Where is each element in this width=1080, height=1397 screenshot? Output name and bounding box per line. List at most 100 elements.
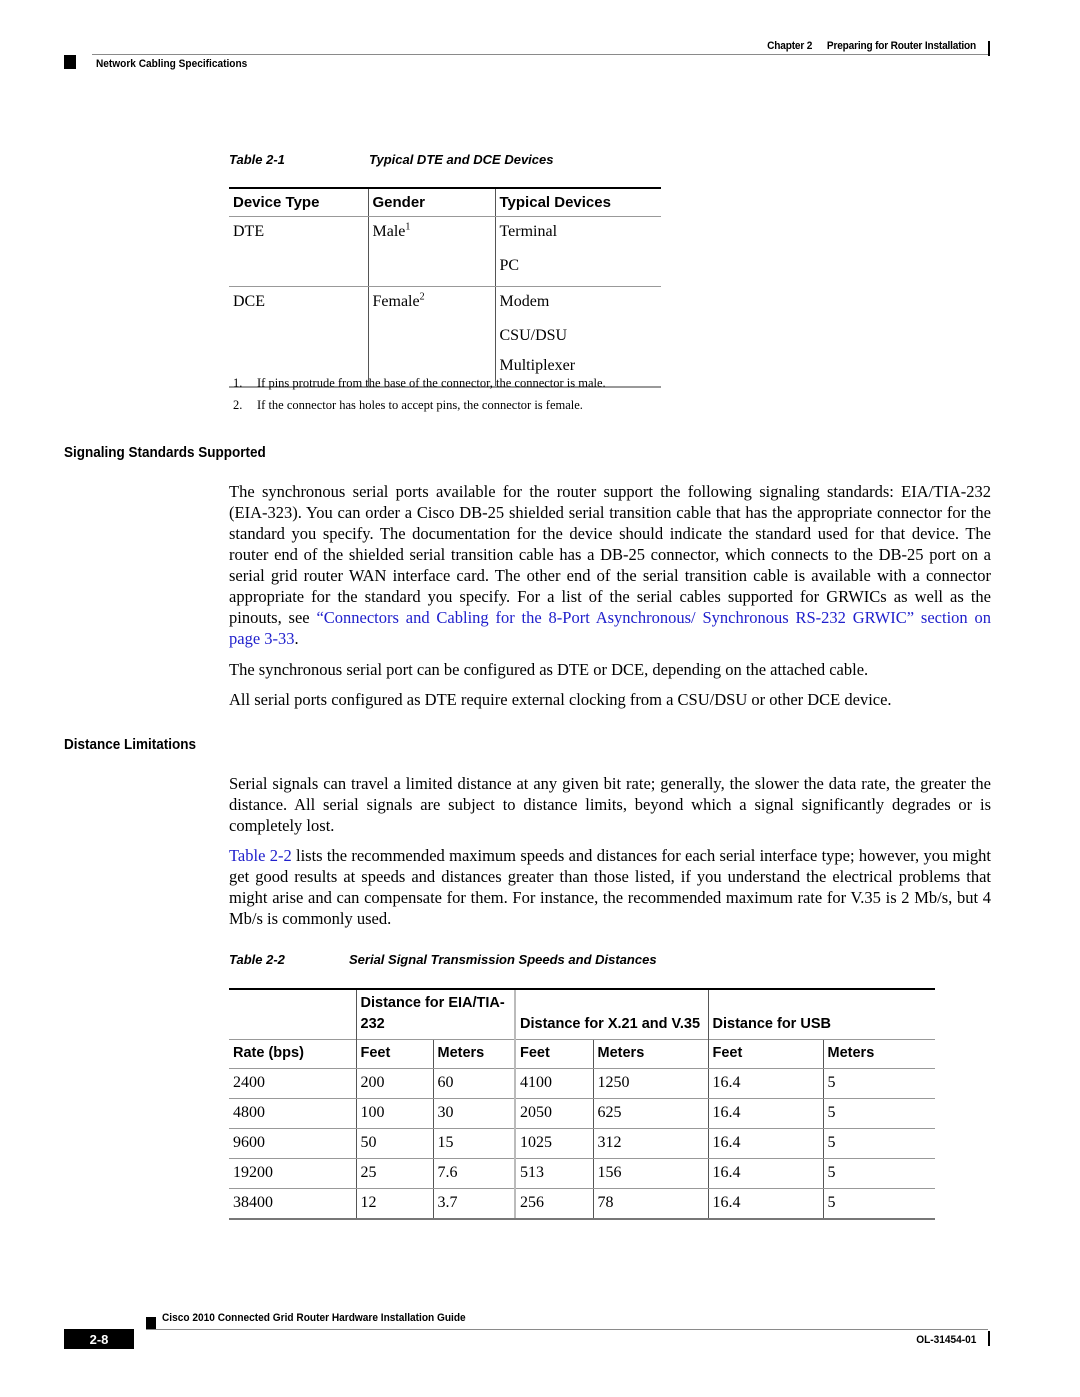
column-header-feet: Feet (514, 1039, 594, 1069)
rate-cell: 4800 (229, 1098, 356, 1129)
column-header-feet: Feet (355, 1039, 433, 1069)
device-item: Terminal (499, 223, 558, 240)
page-number: 2-8 (64, 1329, 134, 1349)
eia-meters-cell: 3.7 (432, 1188, 516, 1220)
footnote-ref[interactable]: 2 (420, 292, 425, 303)
distance-paragraph-1: Serial signals can travel a limited dist… (229, 774, 991, 835)
column-header: Typical Devices (494, 187, 661, 217)
table-row: 9600 50 15 1025 312 16.4 5 (229, 1128, 936, 1159)
table-2-2-link[interactable]: Table 2-2 (229, 846, 292, 865)
serial-speeds-distances-table: Distance for EIA/TIA-232 Distance for X.… (229, 988, 936, 1220)
table-row: 2400 200 60 4100 1250 16.4 5 (229, 1068, 936, 1099)
table1-title: Typical DTE and DCE Devices (369, 152, 554, 167)
rate-cell: 19200 (229, 1158, 356, 1189)
typical-devices-cell: Terminal PC (494, 216, 661, 287)
connectors-cabling-link[interactable]: “Connectors and Cabling for the 8-Port A… (229, 608, 991, 648)
device-item: PC (499, 257, 520, 274)
eia-feet-cell: 12 (355, 1188, 433, 1220)
chapter-title: Preparing for Router Installation (826, 40, 976, 52)
document-number: OL-31454-01 (915, 1334, 976, 1346)
column-header-feet: Feet (707, 1039, 824, 1069)
group-header-usb: Distance for USB (707, 988, 936, 1040)
footer-square-marker (146, 1317, 156, 1329)
table1-caption: Table 2-1 Typical DTE and DCE Devices (229, 152, 553, 167)
chapter-label: Chapter 2 (767, 40, 813, 52)
table2-number: Table 2-2 (229, 952, 285, 967)
device-item: CSU/DSU (499, 327, 568, 344)
device-type-cell: DTE (229, 216, 368, 287)
device-item: Modem (499, 293, 550, 310)
header-rule (92, 54, 988, 55)
running-header-section: Network Cabling Specifications (96, 58, 248, 70)
usb-meters-cell: 5 (822, 1098, 936, 1129)
paragraph-text: lists the recommended maximum speeds and… (229, 846, 991, 928)
running-header-chapter: Chapter 2 Preparing for Router Installati… (767, 40, 976, 52)
gender-cell: Male1 (367, 216, 495, 287)
table-group-header-row: Distance for EIA/TIA-232 Distance for X.… (229, 988, 936, 1040)
footnote-ref[interactable]: 1 (405, 222, 410, 233)
footnote-number: 1. (233, 376, 243, 390)
footnote-number: 2. (233, 398, 243, 412)
header-square-marker (64, 55, 76, 69)
x21-feet-cell: 513 (514, 1158, 594, 1189)
footnote-text: If the connector has holes to accept pin… (257, 398, 583, 412)
usb-feet-cell: 16.4 (707, 1068, 824, 1099)
table2-caption: Table 2-2 Serial Signal Transmission Spee… (229, 952, 657, 967)
eia-meters-cell: 15 (432, 1128, 516, 1159)
table2-title: Serial Signal Transmission Speeds and Di… (349, 952, 657, 967)
footnote: 1. If pins protrude from the base of the … (233, 372, 606, 394)
table-sub-header-row: Rate (bps) Feet Meters Feet Meters Feet … (229, 1039, 936, 1069)
eia-meters-cell: 60 (432, 1068, 516, 1099)
rate-cell: 38400 (229, 1188, 356, 1220)
footnote: 2. If the connector has holes to accept p… (233, 394, 606, 416)
signaling-heading: Signaling Standards Supported (64, 444, 266, 461)
gender-value: Male (372, 223, 406, 240)
table-header-row: Device Type Gender Typical Devices (229, 187, 661, 217)
column-header-meters: Meters (822, 1039, 936, 1069)
signaling-paragraph-1: The synchronous serial ports available f… (229, 481, 991, 649)
table-row: DTE Male1 Terminal PC (229, 216, 661, 287)
column-header-meters: Meters (432, 1039, 516, 1069)
eia-feet-cell: 200 (355, 1068, 433, 1099)
paragraph-text: . (294, 629, 299, 648)
eia-feet-cell: 100 (355, 1098, 433, 1129)
header-bar-marker (988, 41, 990, 56)
column-header: Device Type (229, 187, 368, 217)
table-row: 19200 25 7.6 513 156 16.4 5 (229, 1158, 936, 1189)
distance-heading: Distance Limitations (64, 736, 197, 753)
x21-meters-cell: 1250 (592, 1068, 709, 1099)
dte-dce-devices-table: Device Type Gender Typical Devices DTE M… (229, 187, 661, 388)
usb-meters-cell: 5 (822, 1158, 936, 1189)
usb-feet-cell: 16.4 (707, 1128, 824, 1159)
distance-paragraph-2: Table 2-2 lists the recommended maximum … (229, 845, 991, 929)
x21-feet-cell: 1025 (514, 1128, 594, 1159)
footer-bar-marker (988, 1331, 990, 1346)
usb-feet-cell: 16.4 (707, 1158, 824, 1189)
eia-feet-cell: 50 (355, 1128, 433, 1159)
x21-feet-cell: 2050 (514, 1098, 594, 1129)
empty-header (229, 988, 356, 1040)
rate-cell: 2400 (229, 1068, 356, 1099)
x21-meters-cell: 78 (592, 1188, 709, 1220)
column-header-rate: Rate (bps) (229, 1039, 356, 1069)
column-header: Gender (367, 187, 495, 217)
eia-feet-cell: 25 (355, 1158, 433, 1189)
usb-meters-cell: 5 (822, 1068, 936, 1099)
footer-rule (146, 1329, 988, 1330)
eia-meters-cell: 7.6 (432, 1158, 516, 1189)
x21-meters-cell: 625 (592, 1098, 709, 1129)
table1-footnotes: 1. If pins protrude from the base of the … (233, 372, 606, 416)
eia-meters-cell: 30 (432, 1098, 516, 1129)
x21-feet-cell: 256 (514, 1188, 594, 1220)
usb-feet-cell: 16.4 (707, 1188, 824, 1220)
group-header-x21-v35: Distance for X.21 and V.35 (514, 988, 709, 1040)
footer-guide-title: Cisco 2010 Connected Grid Router Hardwar… (162, 1312, 466, 1324)
table-row: 38400 12 3.7 256 78 16.4 5 (229, 1188, 936, 1220)
footnote-text: If pins protrude from the base of the co… (257, 376, 606, 390)
x21-feet-cell: 4100 (514, 1068, 594, 1099)
paragraph-text: The synchronous serial ports available f… (229, 482, 991, 627)
gender-value: Female (372, 293, 420, 310)
signaling-paragraph-2: The synchronous serial port can be confi… (229, 660, 869, 679)
x21-meters-cell: 156 (592, 1158, 709, 1189)
column-header-meters: Meters (592, 1039, 709, 1069)
